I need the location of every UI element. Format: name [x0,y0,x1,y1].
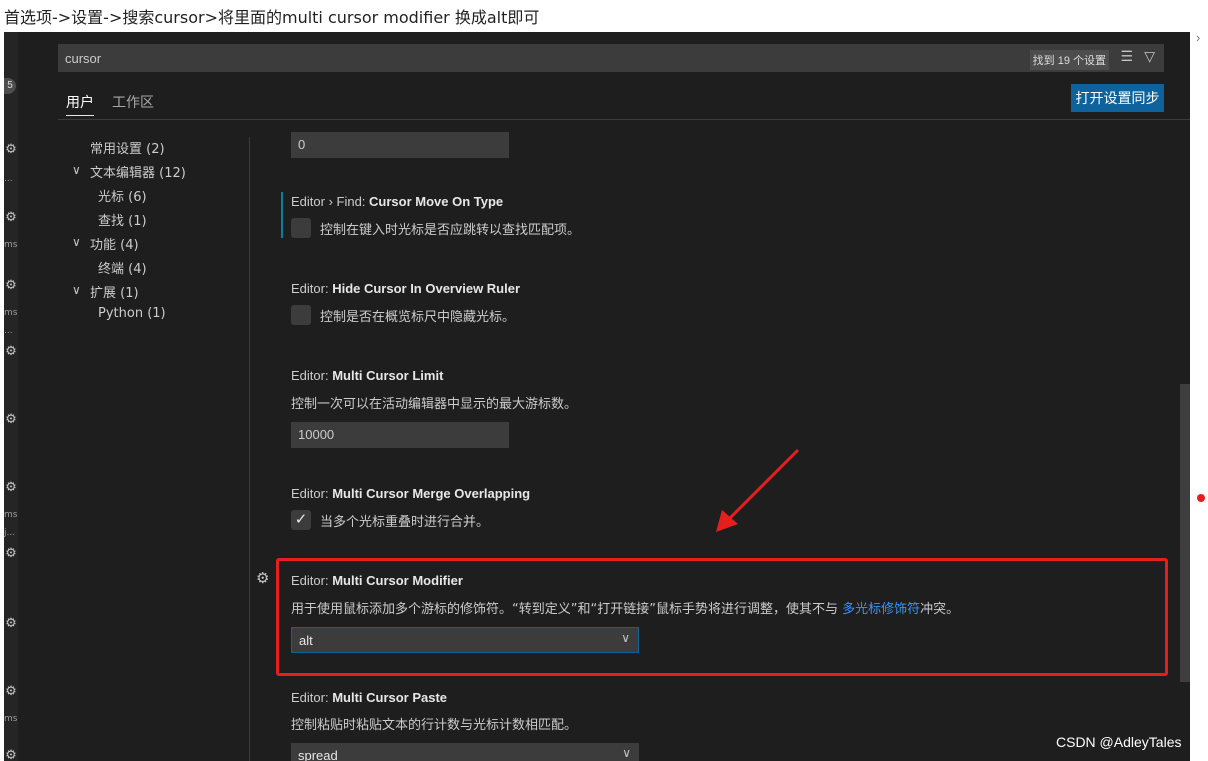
annotation-arrow [716,448,800,532]
chevron-right-icon: › [1196,30,1201,45]
red-dot-icon [1197,494,1205,502]
watermark: CSDN @AdleyTales [1056,734,1182,750]
